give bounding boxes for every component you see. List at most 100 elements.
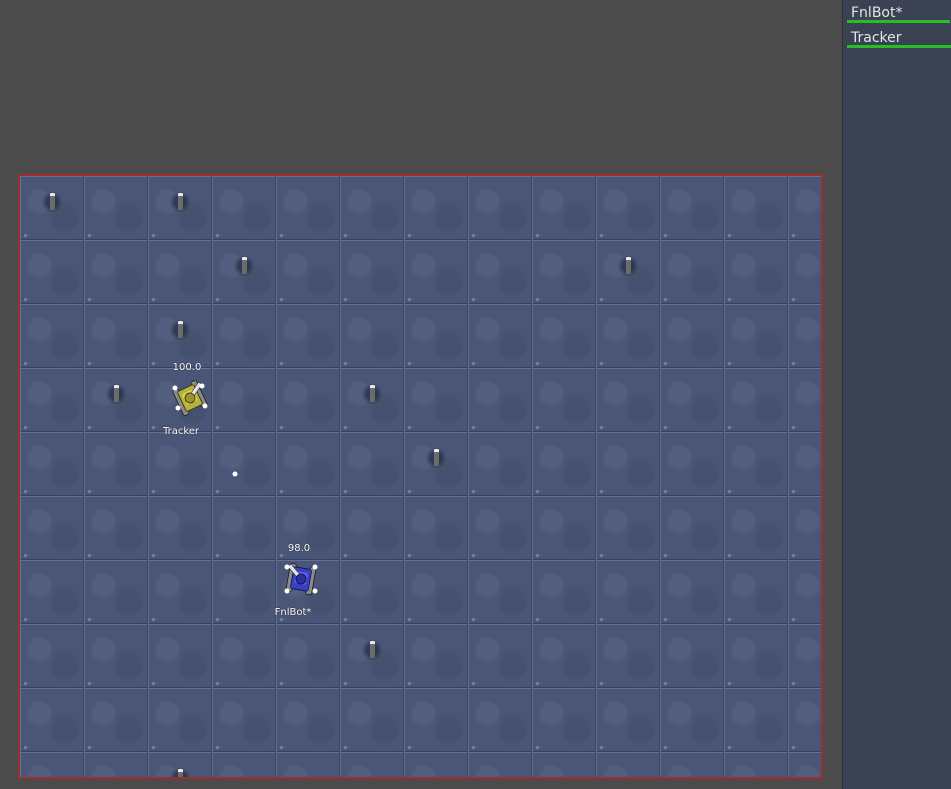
mine-icon [360, 637, 384, 663]
tile-rivet [24, 618, 27, 621]
tile-rivet [216, 554, 219, 557]
tile-rivet [408, 682, 411, 685]
tracker-tank [170, 378, 210, 418]
tile-rivet [216, 490, 219, 493]
tile-rivet [600, 426, 603, 429]
tile-rivet [792, 234, 795, 237]
tile-rivet [88, 746, 91, 749]
tile-rivet [344, 298, 347, 301]
robot-entry-fnlbot[interactable]: FnlBot* [847, 2, 951, 24]
mine-icon [616, 253, 640, 279]
tile-rivet [408, 234, 411, 237]
tile-rivet [792, 682, 795, 685]
tile-rivet [24, 682, 27, 685]
robot-list-sidebar: FnlBot* Tracker [842, 0, 951, 789]
mine-icon [168, 189, 192, 215]
tank-icon [172, 380, 208, 416]
tile-rivet [344, 746, 347, 749]
tile-rivet [24, 426, 27, 429]
tile-rivet [664, 682, 667, 685]
tile-rivet [24, 234, 27, 237]
tile-rivet [88, 490, 91, 493]
tile-rivet [664, 746, 667, 749]
tile-rivet [152, 362, 155, 365]
tile-rivet [24, 362, 27, 365]
tile-rivet [344, 618, 347, 621]
tile-rivet [792, 746, 795, 749]
energy-bar-fill [847, 20, 950, 23]
tile-rivet [536, 490, 539, 493]
tile-rivet [24, 746, 27, 749]
tile-rivet [472, 234, 475, 237]
tile-rivet [536, 426, 539, 429]
tile-rivet [472, 490, 475, 493]
fnlbot-tank [281, 559, 321, 599]
tile-rivet [600, 362, 603, 365]
tile-rivet [408, 490, 411, 493]
robot-entry-name: Tracker [851, 30, 902, 46]
mine-icon [168, 317, 192, 343]
tile-rivet [152, 426, 155, 429]
tile-rivet [408, 362, 411, 365]
tile-rivet [408, 298, 411, 301]
tile-rivet [88, 554, 91, 557]
tile-rivet [600, 682, 603, 685]
mine-icon [360, 381, 384, 407]
tile-rivet [152, 490, 155, 493]
tile-rivet [280, 234, 283, 237]
tile-rivet [216, 746, 219, 749]
tile-rivet [408, 426, 411, 429]
tile-rivet [664, 490, 667, 493]
tile-rivet [600, 618, 603, 621]
tile-rivet [728, 682, 731, 685]
tile-rivet [280, 362, 283, 365]
fnlbot-energy-label: 98.0 [287, 543, 311, 554]
energy-bar [847, 20, 951, 23]
tile-rivet [792, 554, 795, 557]
fnlbot-name-label: FnlBot* [274, 607, 312, 618]
tile-rivet [472, 362, 475, 365]
tile-rivet [280, 426, 283, 429]
tile-rivet [536, 554, 539, 557]
tile-rivet [344, 554, 347, 557]
tile-rivet [280, 682, 283, 685]
tile-rivet [152, 298, 155, 301]
tile-rivet [664, 234, 667, 237]
tile-rivet [88, 234, 91, 237]
tile-rivet [472, 426, 475, 429]
tile-rivet [280, 490, 283, 493]
tile-rivet [728, 554, 731, 557]
tile-rivet [792, 618, 795, 621]
tile-rivet [88, 682, 91, 685]
mine-icon [424, 445, 448, 471]
tank-icon [284, 562, 318, 596]
tile-rivet [472, 746, 475, 749]
tracker-name-label: Tracker [162, 426, 200, 437]
tile-rivet [88, 362, 91, 365]
tile-rivet [792, 298, 795, 301]
mine-icon [232, 253, 256, 279]
tile-rivet [600, 746, 603, 749]
tile-rivet [216, 426, 219, 429]
tile-rivet [280, 618, 283, 621]
robot-entry-name: FnlBot* [851, 5, 903, 21]
tile-rivet [24, 490, 27, 493]
tile-rivet [472, 682, 475, 685]
tile-rivet [536, 618, 539, 621]
tile-rivet [344, 426, 347, 429]
tile-rivet [664, 554, 667, 557]
tile-rivet [216, 682, 219, 685]
energy-bar [847, 45, 951, 48]
mine-icon [40, 189, 64, 215]
tile-rivet [24, 554, 27, 557]
tile-rivet [280, 554, 283, 557]
tile-rivet [536, 298, 539, 301]
tile-rivet [536, 362, 539, 365]
tile-rivet [344, 234, 347, 237]
energy-bar-fill [847, 45, 951, 48]
tile-rivet [536, 234, 539, 237]
robot-entry-tracker[interactable]: Tracker [847, 27, 951, 49]
tile-rivet [728, 746, 731, 749]
tile-rivet [216, 234, 219, 237]
tile-rivet [600, 554, 603, 557]
